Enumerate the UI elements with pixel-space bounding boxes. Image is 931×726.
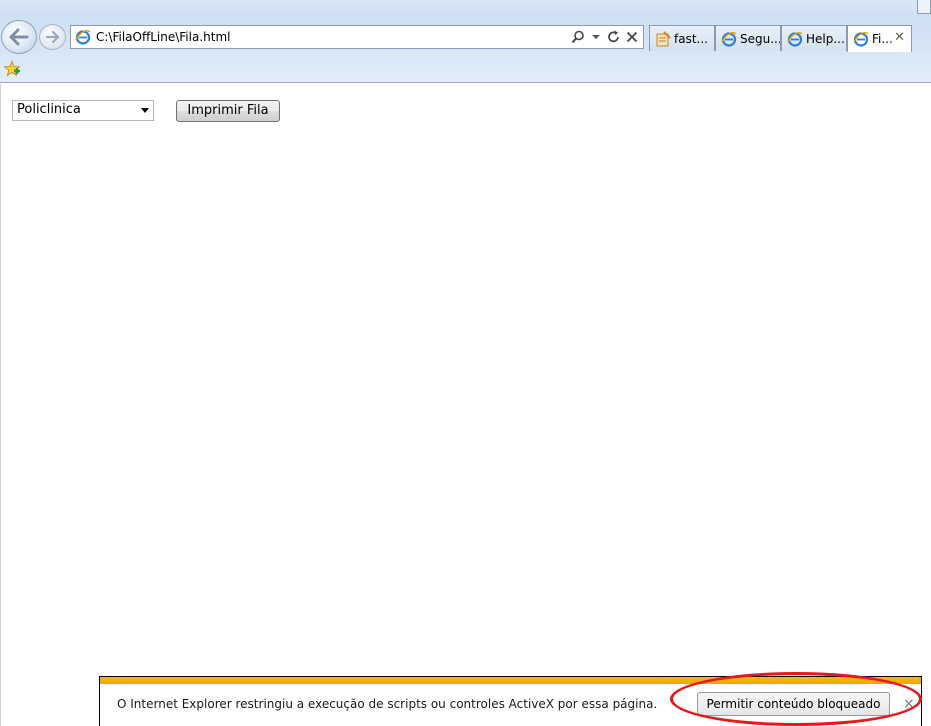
print-queue-button[interactable]: Imprimir Fila [176, 100, 280, 122]
tab-label: Help... [806, 31, 845, 46]
back-arrow-icon [9, 28, 29, 46]
notification-message: O Internet Explorer restringiu a execuçã… [117, 697, 658, 711]
stop-icon[interactable] [625, 29, 639, 45]
tab-help[interactable]: Help... [781, 25, 847, 51]
select-value: Policlinica [17, 102, 81, 117]
tab-segu[interactable]: Segu... [715, 25, 781, 51]
back-button[interactable] [1, 20, 37, 54]
address-tools [571, 29, 639, 45]
close-tab-icon[interactable]: ✕ [894, 30, 905, 45]
ie-icon [853, 32, 869, 47]
ie-icon [787, 31, 803, 47]
unit-select[interactable]: Policlinica [12, 100, 154, 121]
address-bar[interactable]: C:\FilaOffLine\Fila.html [70, 25, 644, 49]
favorites-star-icon[interactable] [4, 60, 22, 78]
address-url[interactable]: C:\FilaOffLine\Fila.html [96, 30, 230, 44]
favorites-bar [0, 56, 931, 82]
search-icon[interactable] [571, 29, 585, 45]
chevron-down-icon [141, 108, 149, 113]
tab-label: Fi... [872, 32, 893, 46]
forward-button[interactable] [39, 24, 66, 50]
tab-fila[interactable]: Fi... ✕ [847, 25, 912, 52]
browser-window: C:\FilaOffLine\Fila.html fast... Segu...… [0, 0, 931, 726]
tab-fast[interactable]: fast... [649, 25, 715, 51]
browser-chrome: C:\FilaOffLine\Fila.html fast... Segu...… [0, 0, 931, 83]
ie-icon [721, 31, 737, 47]
highlight-ellipse [670, 672, 922, 726]
forward-arrow-icon [45, 30, 59, 44]
refresh-icon[interactable] [607, 29, 621, 45]
tab-label: fast... [674, 31, 708, 46]
page-content: Policlinica Imprimir Fila [0, 84, 931, 726]
window-corner-button[interactable] [917, 0, 931, 14]
notepad-icon [656, 30, 671, 46]
dropdown-caret-icon[interactable] [589, 29, 603, 45]
ie-page-icon [75, 30, 91, 45]
tab-label: Segu... [740, 31, 781, 46]
